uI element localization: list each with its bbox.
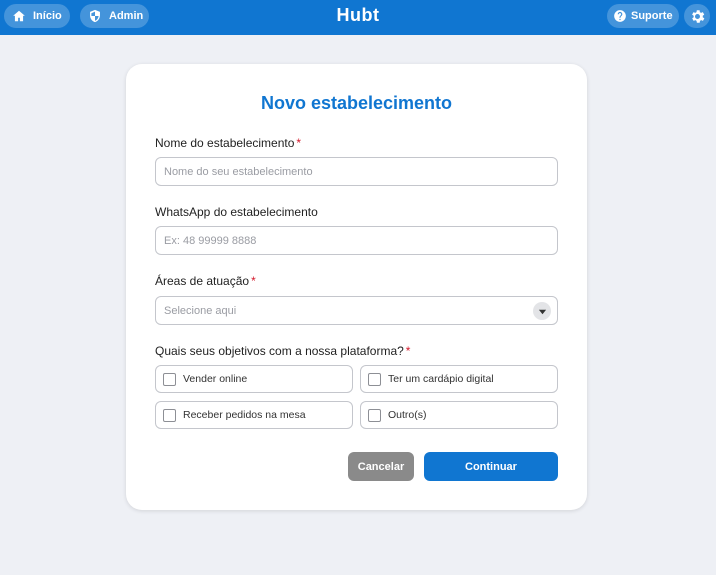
goal-option-label: Outro(s)	[388, 409, 427, 421]
establishment-name-input[interactable]	[155, 157, 558, 186]
chevron-down-icon[interactable]	[533, 302, 551, 320]
cancel-button[interactable]: Cancelar	[348, 452, 414, 481]
required-asterisk: *	[296, 136, 302, 150]
goal-option-digital-menu[interactable]: Ter um cardápio digital	[360, 365, 558, 393]
support-button-label: Suporte	[631, 10, 673, 22]
required-asterisk: *	[405, 344, 411, 358]
goals-label: Quais seus objetivos com a nossa platafo…	[155, 344, 410, 358]
whatsapp-label: WhatsApp do estabelecimento	[155, 205, 318, 219]
settings-button[interactable]	[684, 4, 710, 28]
goal-option-label: Ter um cardápio digital	[388, 373, 494, 385]
continue-button[interactable]: Continuar	[424, 452, 558, 481]
name-label: Nome do estabelecimento *	[155, 136, 301, 150]
name-label-text: Nome do estabelecimento	[155, 136, 295, 150]
top-bar: Início Admin Hubt Suporte	[0, 0, 716, 35]
whatsapp-input[interactable]	[155, 226, 558, 255]
new-establishment-card: Novo estabelecimento Nome do estabelecim…	[126, 64, 587, 510]
checkbox[interactable]	[368, 372, 381, 386]
areas-label: Áreas de atuação *	[155, 274, 256, 288]
goal-option-sell-online[interactable]: Vender online	[155, 365, 353, 393]
checkbox[interactable]	[163, 408, 176, 422]
areas-select-placeholder: Selecione aqui	[164, 304, 237, 317]
checkbox[interactable]	[368, 408, 381, 422]
areas-label-text: Áreas de atuação	[155, 274, 250, 288]
help-circle-icon	[613, 9, 627, 23]
goal-option-other[interactable]: Outro(s)	[360, 401, 558, 429]
page-title: Novo estabelecimento	[260, 93, 453, 113]
goal-option-table-orders[interactable]: Receber pedidos na mesa	[155, 401, 353, 429]
required-asterisk: *	[251, 274, 256, 288]
gear-icon	[689, 8, 706, 25]
goal-option-label: Receber pedidos na mesa	[183, 409, 306, 421]
goal-option-label: Vender online	[183, 373, 248, 385]
goals-label-text: Quais seus objetivos com a nossa platafo…	[155, 344, 404, 358]
support-button[interactable]: Suporte	[607, 4, 679, 28]
checkbox[interactable]	[163, 372, 176, 386]
areas-select[interactable]: Selecione aqui	[155, 296, 558, 325]
